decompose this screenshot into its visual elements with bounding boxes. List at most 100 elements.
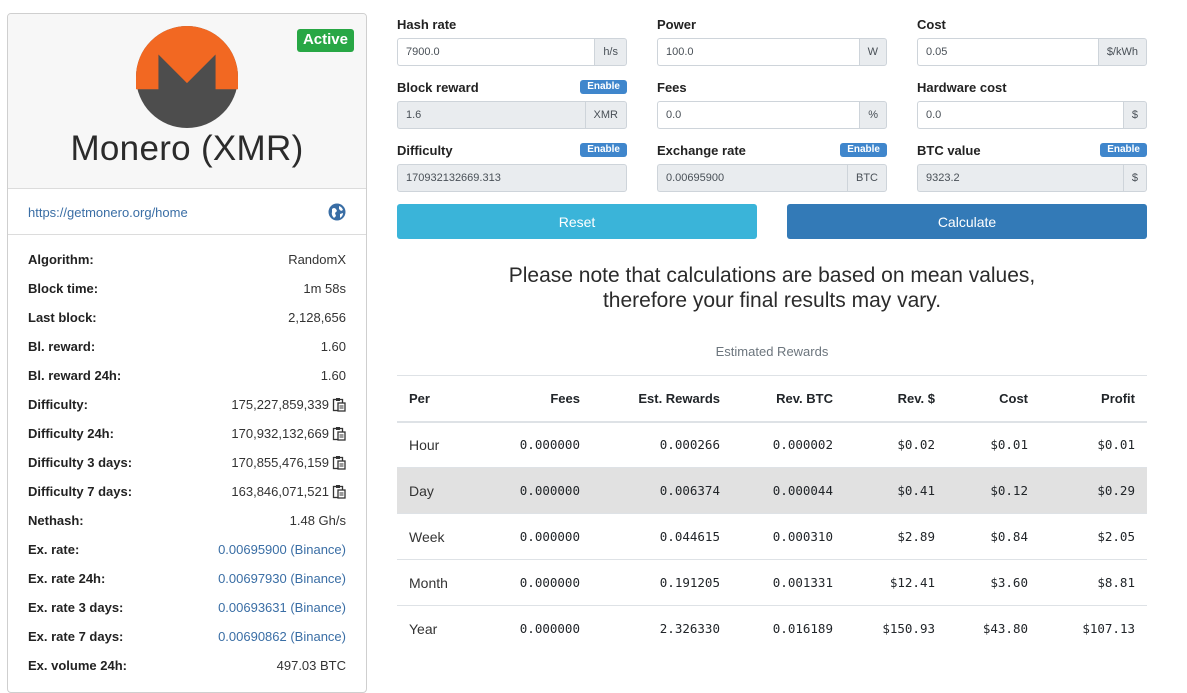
rewards-caption: Estimated Rewards: [715, 344, 829, 359]
table-cell: Month: [397, 559, 477, 606]
table-cell: 0.000266: [592, 421, 732, 468]
block-reward-input[interactable]: [397, 101, 585, 129]
stat-value: 2,128,656: [288, 310, 346, 325]
hardware-cost-input[interactable]: [917, 101, 1123, 129]
stat-row-block-reward-24h: Bl. reward 24h: 1.60: [28, 361, 346, 390]
table-cell: $0.02: [845, 421, 947, 468]
stat-label: Nethash:: [28, 513, 84, 528]
hash-rate-unit: h/s: [594, 38, 627, 66]
fees-unit: %: [859, 101, 887, 129]
hardware-cost-label: Hardware cost: [917, 79, 1007, 95]
stat-row-difficulty-7-days: Difficulty 7 days: 163,846,071,521: [28, 477, 346, 506]
fees-input[interactable]: [657, 101, 860, 129]
power-unit: W: [858, 38, 887, 66]
difficulty-label: Difficulty: [397, 142, 453, 158]
stat-row-algorithm: Algorithm: RandomX: [28, 245, 346, 274]
copy-to-clipboard-icon[interactable]: [332, 455, 346, 470]
hash-rate-label: Hash rate: [397, 16, 457, 32]
hardware-cost-group: Hardware cost $: [917, 75, 1147, 129]
coin-stats: Algorithm: RandomX Block time: 1m 58s Last…: [8, 235, 366, 680]
stat-row-block-time: Block time: 1m 58s: [28, 274, 346, 303]
stat-label: Block time:: [28, 281, 99, 296]
calculate-button[interactable]: Calculate: [787, 204, 1147, 239]
table-cell: $2.05: [1040, 513, 1147, 560]
btc-value-enable-button[interactable]: Enable: [1100, 143, 1147, 157]
table-cell: 0.000000: [477, 513, 592, 560]
power-input[interactable]: [657, 38, 859, 66]
exchange-rate-label: Exchange rate: [657, 142, 746, 158]
hash-rate-input[interactable]: [397, 38, 595, 66]
stat-value: 1m 58s: [303, 281, 346, 296]
table-cell: $3.60: [947, 559, 1040, 606]
table-cell: 0.000310: [732, 513, 845, 560]
table-cell: 0.044615: [592, 513, 732, 560]
power-label: Power: [657, 16, 697, 32]
exchange-rate-enable-button[interactable]: Enable: [840, 143, 887, 157]
copy-to-clipboard-icon[interactable]: [332, 484, 346, 499]
table-row: Year 0.000000 2.326330 0.016189 $150.93 $43.8…: [397, 605, 1147, 652]
stat-label: Ex. rate:: [28, 542, 80, 557]
exchange-rate-input[interactable]: [657, 164, 847, 192]
stat-row-ex-rate: Ex. rate: 0.00695900 (Binance): [28, 535, 346, 564]
table-cell: $12.41: [845, 559, 947, 606]
stat-value-link[interactable]: 0.00693631 (Binance): [218, 600, 346, 615]
monero-logo-icon: [136, 26, 238, 128]
table-cell: Hour: [397, 421, 477, 468]
table-cell: $43.80: [947, 605, 1040, 652]
stat-label: Last block:: [28, 310, 97, 325]
globe-icon[interactable]: [328, 203, 346, 221]
stat-label: Difficulty 7 days:: [28, 484, 133, 499]
table-cell: 0.000000: [477, 467, 592, 514]
difficulty-enable-button[interactable]: Enable: [580, 143, 627, 157]
cost-group: Cost $/kWh: [917, 12, 1147, 66]
stat-value-wrap: 175,227,859,339: [231, 397, 346, 412]
stat-row-difficulty: Difficulty: 175,227,859,339: [28, 390, 346, 419]
table-cell: $2.89: [845, 513, 947, 560]
stat-value-wrap: 170,932,132,669: [231, 426, 346, 441]
stat-value: 1.60: [320, 339, 346, 354]
table-cell: $0.01: [947, 421, 1040, 468]
table-cell: 2.326330: [592, 605, 732, 652]
coin-header: Active Monero (XMR): [8, 14, 366, 189]
stat-value: 1.60: [320, 368, 346, 383]
power-group: Power W: [657, 12, 887, 66]
stat-row-ex-rate-3-days: Ex. rate 3 days: 0.00693631 (Binance): [28, 593, 346, 622]
stat-label: Difficulty:: [28, 397, 88, 412]
rewards-table: Per Fees Est. Rewards Rev. BTC Rev. $ Co…: [397, 375, 1147, 652]
stat-label: Difficulty 24h:: [28, 426, 114, 441]
exchange-rate-group: Exchange rate Enable BTC: [657, 138, 887, 192]
reset-button[interactable]: Reset: [397, 204, 757, 239]
column-header: Profit: [1040, 375, 1147, 423]
disclaimer-line-1: Please note that calculations are based …: [508, 264, 1036, 287]
stat-label: Ex. rate 24h:: [28, 571, 106, 586]
table-cell: 0.006374: [592, 467, 732, 514]
stat-label: Algorithm:: [28, 252, 94, 267]
stat-value: RandomX: [288, 252, 346, 267]
column-header: Per: [397, 375, 477, 423]
btc-value-input[interactable]: [917, 164, 1123, 192]
table-header-row: Per Fees Est. Rewards Rev. BTC Rev. $ Co…: [397, 375, 1147, 423]
table-cell: $0.84: [947, 513, 1040, 560]
stat-value-link[interactable]: 0.00697930 (Binance): [218, 571, 346, 586]
table-cell: Week: [397, 513, 477, 560]
hardware-cost-unit: $: [1122, 101, 1147, 129]
stat-label: Bl. reward 24h:: [28, 368, 122, 383]
cost-input[interactable]: [917, 38, 1098, 66]
copy-to-clipboard-icon[interactable]: [332, 397, 346, 412]
block-reward-enable-button[interactable]: Enable: [580, 80, 627, 94]
hash-rate-group: Hash rate h/s: [397, 12, 627, 66]
stat-row-block-reward: Bl. reward: 1.60: [28, 332, 346, 361]
difficulty-input[interactable]: [397, 164, 627, 192]
table-cell: $0.01: [1040, 421, 1147, 468]
table-cell: $107.13: [1040, 605, 1147, 652]
table-cell: 0.000002: [732, 421, 845, 468]
disclaimer-note: Please note that calculations are based …: [397, 263, 1147, 313]
table-cell: 0.000044: [732, 467, 845, 514]
stat-value-link[interactable]: 0.00690862 (Binance): [218, 629, 346, 644]
block-reward-unit: XMR: [584, 101, 627, 129]
stat-value-link[interactable]: 0.00695900 (Binance): [218, 542, 346, 557]
coin-website-link[interactable]: https://getmonero.org/home: [28, 205, 188, 220]
copy-to-clipboard-icon[interactable]: [332, 426, 346, 441]
table-row: Hour 0.000000 0.000266 0.000002 $0.02 $0.01 $0…: [397, 421, 1147, 468]
column-header: Fees: [477, 375, 592, 423]
